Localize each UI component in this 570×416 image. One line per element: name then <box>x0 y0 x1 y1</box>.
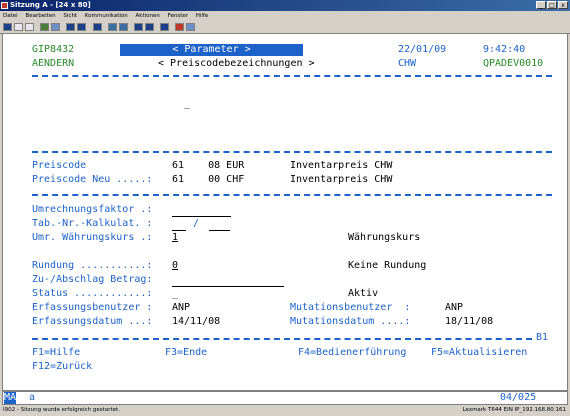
preiscode-neu-label: Preiscode Neu .....: <box>32 174 153 185</box>
play-icon[interactable] <box>119 23 128 31</box>
status-message: I902 - Sitzung wurde erfolgreich gestart… <box>3 407 120 413</box>
app-icon <box>1 2 8 9</box>
cursor-position: 04/025 <box>500 392 537 403</box>
color-icon[interactable] <box>175 23 184 31</box>
rundung-input[interactable]: 0 <box>172 260 178 272</box>
preiscode-value: 61 08 EUR <box>172 160 245 171</box>
system-id: GIP8432 <box>32 44 75 55</box>
umr-waehrungskurs-text: Währungskurs <box>348 232 421 243</box>
maximize-button[interactable]: □ <box>547 1 557 9</box>
menu-hilfe[interactable]: Hilfe <box>196 13 209 19</box>
tab-nr-separator: / <box>193 218 200 229</box>
rundung-label: Rundung ...........: <box>32 260 153 271</box>
program-id: QPADEV0010 <box>483 58 544 69</box>
preiscode-text: Inventarpreis CHW <box>290 160 393 171</box>
mutationsbenutzer-label: Mutationsbenutzer : <box>290 302 411 313</box>
display-icon[interactable] <box>66 23 75 31</box>
mutationsdatum-value: 18/11/08 <box>445 316 494 327</box>
separator-fields <box>32 194 552 196</box>
separator-top <box>32 75 552 77</box>
separator-middle <box>32 151 552 153</box>
preiscode-neu-text: Inventarpreis CHW <box>290 174 393 185</box>
menu-datei[interactable]: Datei <box>3 13 18 19</box>
text-cursor: _ <box>184 98 191 109</box>
screen-id-b1: B1 <box>536 332 549 343</box>
f3-exit-key[interactable]: F3=Ende <box>165 347 207 359</box>
f4-prompt-key[interactable]: F4=Bedienerführung <box>298 347 406 359</box>
header-title: < Parameter > <box>172 44 251 55</box>
window-titlebar: Sitzung A - [24 x 80] _ □ x <box>0 0 570 11</box>
window-title: Sitzung A - [24 x 80] <box>10 1 91 9</box>
menu-fenster[interactable]: Fenster <box>168 13 188 19</box>
date-display: 22/01/09 <box>398 44 447 55</box>
preiscode-label: Preiscode <box>32 160 87 171</box>
mutationsbenutzer-value: ANP <box>445 302 464 313</box>
record-icon[interactable] <box>108 23 117 31</box>
printer-info: Lexmark T644 EIN IP_192.168.80.161 <box>462 407 566 413</box>
zu-abschlag-input[interactable] <box>172 286 284 287</box>
preiscode-neu-value: 61 00 CHF <box>172 174 245 185</box>
terminal-screen[interactable]: GIP8432 < Parameter > 22/01/09 9:42:40 A… <box>2 33 568 391</box>
umrechnungsfaktor-input[interactable] <box>172 216 231 217</box>
macro-icon[interactable] <box>93 23 102 31</box>
mode-label: AENDERN <box>32 58 75 69</box>
transfer-icon[interactable] <box>134 23 143 31</box>
keyboard-icon[interactable] <box>77 23 86 31</box>
mutationsdatum-label: Mutationsdatum ....: <box>290 316 411 327</box>
tab-nr-label: Tab.-Nr.-Kalkulat. : <box>32 218 153 229</box>
menu-aktionen[interactable]: Aktionen <box>136 13 160 19</box>
settings-icon[interactable] <box>160 23 169 31</box>
receive-icon[interactable] <box>51 23 60 31</box>
erfassungsbenutzer-label: Erfassungsbenutzer : <box>32 302 153 313</box>
menu-bearbeiten[interactable]: Bearbeiten <box>25 13 55 19</box>
user-id: CHW <box>398 58 417 69</box>
f5-refresh-key[interactable]: F5=Aktualisieren <box>431 347 527 359</box>
help-icon[interactable] <box>186 23 195 31</box>
menu-bar: Datei Bearbeiten Sicht Kommunikation Akt… <box>0 11 570 21</box>
print-icon[interactable] <box>3 23 12 31</box>
f1-help-key[interactable]: F1=Hilfe <box>32 347 80 359</box>
paste-icon[interactable] <box>25 23 34 31</box>
status-input[interactable]: _ <box>172 288 178 300</box>
umr-waehrungskurs-label: Umr. Währungskurs .: <box>32 232 153 243</box>
session-icon[interactable] <box>145 23 154 31</box>
umrechnungsfaktor-label: Umrechnungsfaktor .: <box>32 204 153 215</box>
minimize-button[interactable]: _ <box>536 1 546 9</box>
session-indicator: MA <box>4 392 17 404</box>
tab-nr-input-1[interactable] <box>172 230 186 231</box>
operator-info-area: MA a 04/025 <box>2 391 568 405</box>
status-bar: I902 - Sitzung wurde erfolgreich gestart… <box>0 405 570 416</box>
screen-subtitle: < Preiscodebezeichnungen > <box>158 58 315 69</box>
status-text: Aktiv <box>348 288 379 299</box>
erfassungsdatum-label: Erfassungsdatum ...: <box>32 316 153 327</box>
umr-waehrungskurs-input[interactable]: 1 <box>172 232 178 244</box>
f12-back-key[interactable]: F12=Zurück <box>32 361 92 373</box>
tab-nr-input-2[interactable] <box>209 230 230 231</box>
rundung-text: Keine Rundung <box>348 260 427 271</box>
zu-abschlag-label: Zu-/Abschlag Betrag: <box>32 274 153 285</box>
send-icon[interactable] <box>40 23 49 31</box>
separator-bottom <box>32 338 532 340</box>
close-button[interactable]: x <box>558 1 568 9</box>
menu-sicht[interactable]: Sicht <box>63 13 77 19</box>
status-label: Status ............: <box>32 288 153 299</box>
erfassungsdatum-value: 14/11/08 <box>172 316 221 327</box>
menu-kommunikation[interactable]: Kommunikation <box>85 13 128 19</box>
input-mode-indicator: a <box>29 392 36 403</box>
copy-icon[interactable] <box>14 23 23 31</box>
time-display: 9:42:40 <box>483 44 526 55</box>
erfassungsbenutzer-value: ANP <box>172 302 191 313</box>
